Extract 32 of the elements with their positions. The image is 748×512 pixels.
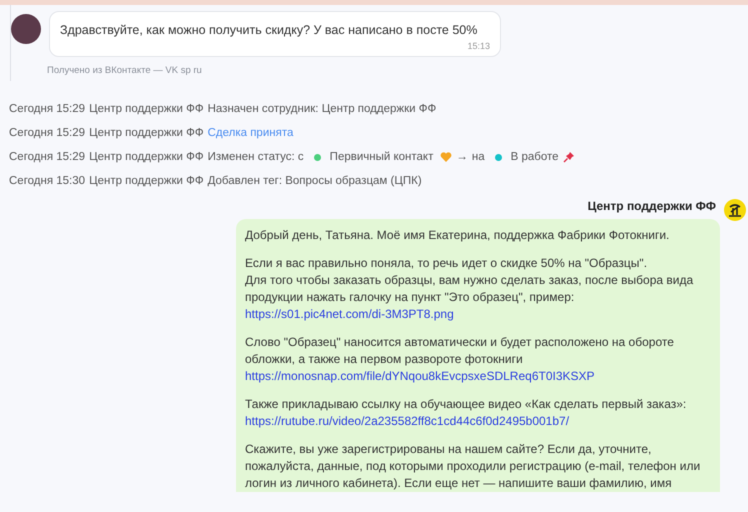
heart-icon (440, 151, 452, 164)
event-author: Центр поддержки ФФ (89, 174, 204, 189)
author-name: Центр поддержки ФФ (588, 198, 716, 216)
event-date: Сегодня 15:29 (9, 102, 86, 117)
message-text: Если я вас правильно поняла, то речь идет о скидке 50% на "Образцы". (245, 255, 648, 272)
event-text: Добавлен тег: Вопросы образцам (ЦПК) (208, 174, 422, 189)
message-text: Слово "Образец" наносится автоматически и будет расположено на обороте обложки, а также на первом развороте фотокниги (245, 334, 675, 368)
event-author: Центр поддержки ФФ (89, 150, 204, 165)
message-link[interactable]: https://monosnap.com/file/dYNqou8kEvcpsxeSDLReq6T0I3KSXP (245, 368, 712, 386)
pin-icon (562, 151, 575, 164)
message-source: Получено из ВКонтакте — VK sp ru (47, 64, 202, 78)
status-name: В работе (510, 150, 559, 165)
message-time: 15:13 (466, 40, 490, 53)
logo-icon (724, 199, 746, 222)
message-link[interactable]: https://s01.pic4net.com/di-3M3PT8.png (245, 306, 712, 324)
event-author: Центр поддержки ФФ (89, 126, 204, 141)
message-text: Также прикладываю ссылку на обучающее видео «Как сделать первый заказ»: (245, 396, 688, 414)
event-text: Изменен статус: с (208, 150, 304, 165)
message-text: Здравствуйте, как можно получить скидку? У вас написано в посте 50% (60, 22, 478, 39)
status-name: Первичный контакт (330, 150, 434, 165)
message-text: Добрый день, Татьяна. Моё имя Екатерина, поддержка Фабрики Фотокниги. (245, 227, 670, 244)
event-date: Сегодня 15:29 (9, 126, 86, 141)
event-text: Назначен сотрудник: Центр поддержки ФФ (208, 102, 436, 117)
message-text: Для того чтобы заказать образцы, вам нужно сделать заказ, после выбора вида продукции нажать галочку на пункт "Это образец", пример: (245, 272, 694, 306)
message-link[interactable]: https://rutube.ru/video/2a235582ff8c1cd44c6f0d2495b001b7/ (245, 413, 712, 430)
event-date: Сегодня 15:29 (9, 150, 86, 165)
avatar-placeholder (11, 14, 41, 44)
event-author: Центр поддержки ФФ (89, 102, 204, 117)
event-text: → (456, 150, 468, 165)
event-text: на (472, 150, 485, 165)
event-date: Сегодня 15:30 (9, 174, 86, 189)
message-text: Скажите, вы уже зарегистрированы на нашем сайте? Если да, уточните, пожалуйста, данные, под которыми проходили регистрацию (e-mail, телефон или логин из личного кабинета). Если еще нет — напишите ваши фамилию, имя (245, 441, 702, 492)
